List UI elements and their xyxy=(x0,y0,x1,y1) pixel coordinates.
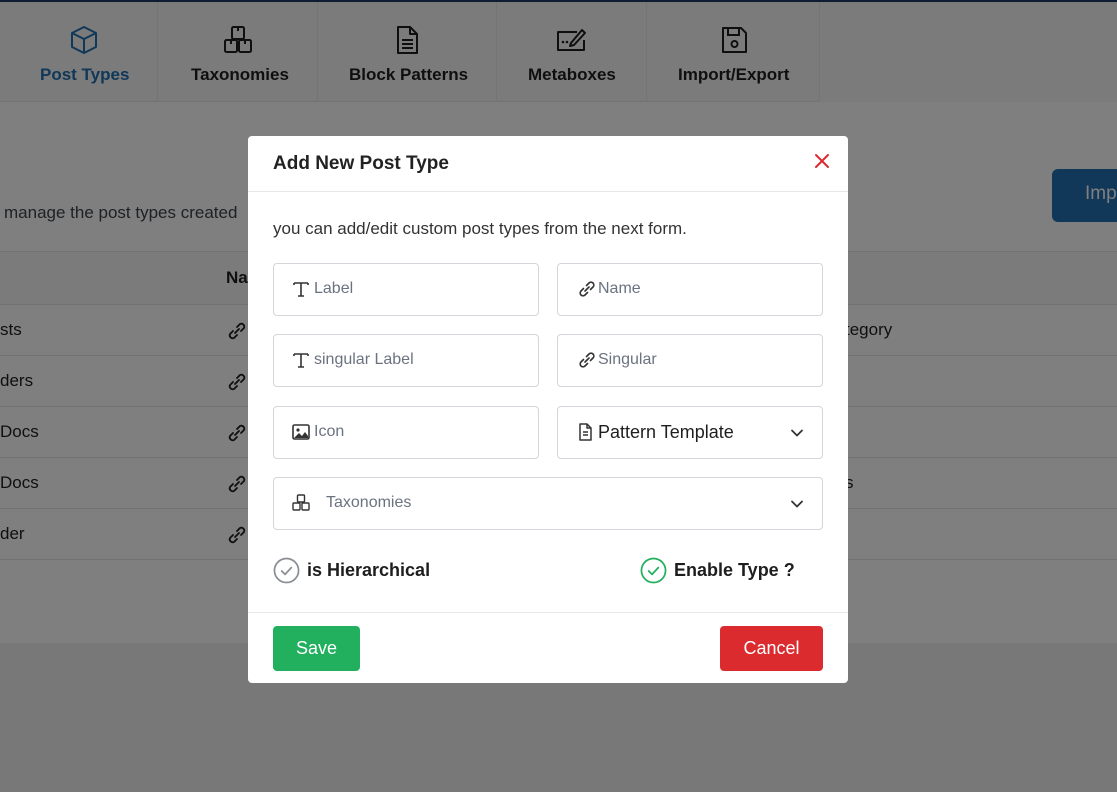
pattern-template-select[interactable]: Pattern Template xyxy=(557,406,823,459)
pattern-template-value: Pattern Template xyxy=(598,422,734,442)
modal-intro-text: you can add/edit custom post types from … xyxy=(273,219,687,238)
taxonomy-blocks-icon xyxy=(292,494,310,511)
chevron-down-icon xyxy=(791,500,803,508)
label-field[interactable]: Label xyxy=(273,263,539,316)
image-icon xyxy=(292,424,310,440)
text-icon xyxy=(293,282,309,297)
enable-type-toggle[interactable]: Enable Type ? xyxy=(640,557,795,584)
is-hierarchical-toggle[interactable]: is Hierarchical xyxy=(273,557,430,584)
close-icon[interactable] xyxy=(813,152,831,170)
add-post-type-modal: Add New Post Type you can add/edit custo… xyxy=(248,136,848,683)
chevron-down-icon xyxy=(791,429,803,437)
modal-header: Add New Post Type xyxy=(248,136,848,192)
singular-field[interactable]: Singular xyxy=(557,334,823,387)
modal-title: Add New Post Type xyxy=(273,153,449,174)
link-icon xyxy=(579,281,595,297)
name-field[interactable]: Name xyxy=(557,263,823,316)
icon-placeholder: Icon xyxy=(314,423,345,440)
taxonomies-select[interactable]: Taxonomies xyxy=(273,477,823,530)
document-icon xyxy=(579,423,592,441)
icon-field[interactable]: Icon xyxy=(273,406,539,459)
singular-label-placeholder: singular Label xyxy=(314,351,414,368)
cancel-button[interactable]: Cancel xyxy=(720,626,823,671)
check-circle-icon xyxy=(640,557,667,584)
check-circle-icon xyxy=(273,557,300,584)
name-placeholder: Name xyxy=(598,280,641,297)
singular-label-field[interactable]: singular Label xyxy=(273,334,539,387)
link-icon xyxy=(579,352,595,368)
modal-footer-divider xyxy=(248,612,848,613)
label-placeholder: Label xyxy=(314,280,354,297)
enable-type-label: Enable Type ? xyxy=(674,560,795,580)
is-hierarchical-label: is Hierarchical xyxy=(307,560,431,580)
text-icon xyxy=(293,353,309,368)
save-button[interactable]: Save xyxy=(273,626,360,671)
taxonomies-placeholder: Taxonomies xyxy=(326,494,412,511)
singular-placeholder: Singular xyxy=(598,351,657,368)
